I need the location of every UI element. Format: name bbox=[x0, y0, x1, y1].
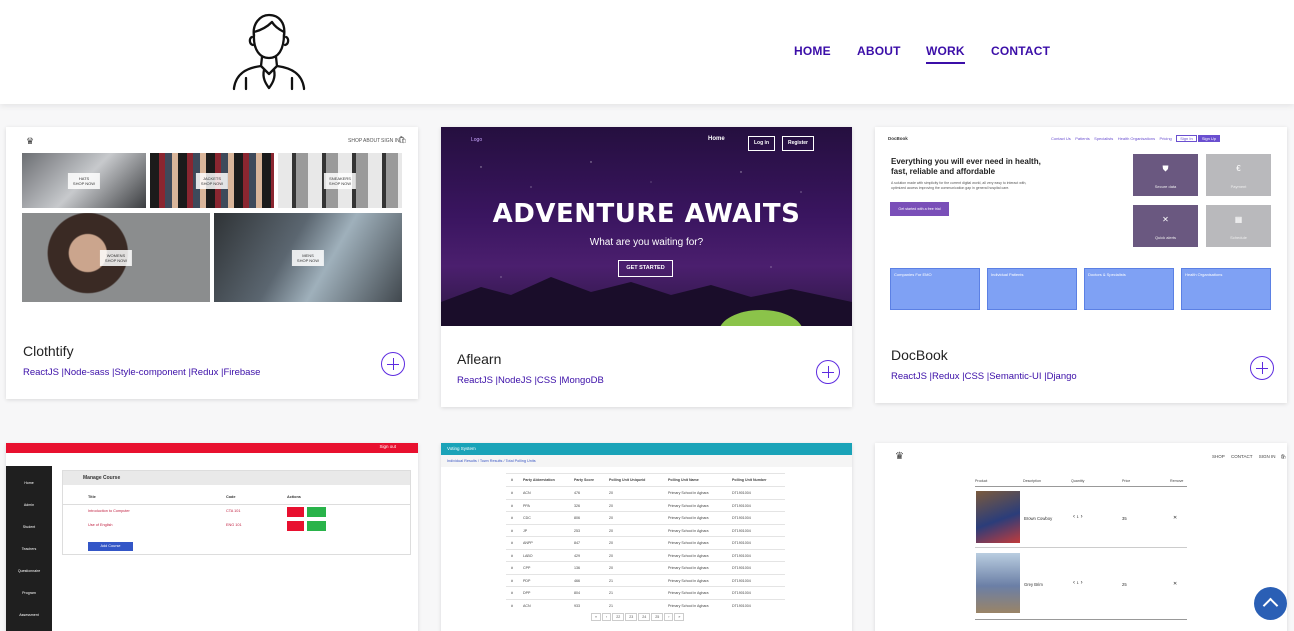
project-title: Clothtify bbox=[23, 343, 74, 359]
nav-work[interactable]: WORK bbox=[926, 44, 965, 64]
thumb-tile-mens: MENS SHOP NOW bbox=[214, 213, 402, 302]
project-title: DocBook bbox=[891, 347, 948, 363]
table-row: # ANPP 847 20 Primary School in Aghara DT1901… bbox=[506, 536, 785, 549]
thumb-sidebar: Home Admin Student Teachers Questionnair… bbox=[6, 466, 52, 631]
thumb-tile-womens: WOMENS SHOP NOW bbox=[22, 213, 210, 302]
expand-plus-icon[interactable] bbox=[1250, 356, 1274, 380]
thumb-topbar: Voting System bbox=[441, 443, 852, 455]
project-thumbnail: Logo Home Log in Register ADVENTURE AWAI… bbox=[441, 127, 852, 326]
thumb-navbar: ♛ SHOP ABOUT SIGN IN 🛍 bbox=[20, 135, 407, 149]
thumb-product-image bbox=[976, 491, 1020, 543]
thumb-tile: ✕ Quick alerts bbox=[1133, 205, 1198, 247]
thumb-body: A solution made with simplicity for the … bbox=[891, 181, 1027, 190]
cart-icon: 🛍 bbox=[398, 137, 407, 144]
thumb-tile: ▦ Schedule bbox=[1206, 205, 1271, 247]
thumb-tile: ⛊ Secure data bbox=[1133, 154, 1198, 196]
crown-icon: ♛ bbox=[895, 451, 904, 462]
thumb-tile-sneakers: SNEAKERS SHOP NOW bbox=[278, 153, 402, 208]
developer-avatar-logo[interactable] bbox=[226, 10, 310, 94]
project-card-clothtify[interactable]: ♛ SHOP ABOUT SIGN IN 🛍 HATS SHOP NOW JACK… bbox=[6, 127, 418, 399]
thumb-nav-item: ABOUT bbox=[363, 138, 381, 144]
thumb-product-image bbox=[976, 553, 1020, 613]
project-card-manage-course[interactable]: Sign out Home Admin Student Teachers Que… bbox=[6, 443, 418, 631]
table-row: # CDC 806 20 Primary School in Aghara DT19010… bbox=[506, 511, 785, 524]
calendar-icon: ▦ bbox=[1234, 215, 1243, 224]
project-thumbnail: DocBook Contact Us Patients Specialists … bbox=[875, 127, 1287, 321]
thumb-heading: ADVENTURE AWAITS bbox=[492, 199, 801, 229]
thumb-course-panel: Manage Course Title Code Actions Introdu… bbox=[62, 470, 411, 555]
thumb-topbar: Sign out bbox=[6, 443, 418, 453]
thumb-tile-hats: HATS SHOP NOW bbox=[22, 153, 146, 208]
table-row: # Party Abbreviation Party Score Polling Un… bbox=[506, 473, 785, 486]
project-tags: ReactJS |Redux |CSS |Semantic-UI |Django bbox=[891, 371, 1077, 382]
thumb-cta: Get started with a free trial bbox=[890, 202, 949, 216]
table-row: # ACN 476 20 Primary School in Aghara DT19010… bbox=[506, 486, 785, 499]
thumb-brand: DocBook bbox=[888, 136, 908, 141]
thumb-info-card: Companies For EMO bbox=[890, 268, 980, 310]
table-row: # PDP 466 21 Primary School in Aghara DT19010… bbox=[506, 573, 785, 587]
nav-home[interactable]: HOME bbox=[794, 44, 831, 58]
bell-off-icon: ✕ bbox=[1162, 215, 1169, 224]
thumb-tile-jackets: JACKETS SHOP NOW bbox=[150, 153, 274, 208]
crown-icon: ♛ bbox=[26, 136, 35, 146]
site-header: HOME ABOUT WORK CONTACT bbox=[0, 0, 1294, 104]
table-row: # JP 253 20 Primary School in Aghara DT190100… bbox=[506, 523, 785, 537]
thumb-pager: « ‹ 22 23 24 25 › » bbox=[591, 613, 685, 621]
project-card-voting-system[interactable]: Voting System Individual Results / Town … bbox=[441, 443, 852, 631]
thumb-breadcrumb: Individual Results / Town Results / Tota… bbox=[441, 455, 852, 467]
shield-icon: ⛊ bbox=[1162, 164, 1169, 173]
euro-icon: € bbox=[1236, 164, 1241, 173]
thumb-navbar: SHOP CONTACT SIGN IN 🛍 bbox=[1212, 454, 1287, 459]
scroll-to-top-button[interactable] bbox=[1254, 587, 1287, 620]
thumb-nav-item: SHOP bbox=[348, 138, 363, 144]
project-tags: ReactJS |Node-sass |Style-component |Red… bbox=[23, 367, 261, 378]
project-card-aflearn[interactable]: Logo Home Log in Register ADVENTURE AWAI… bbox=[441, 127, 852, 407]
thumb-info-card: Health Organisations bbox=[1181, 268, 1271, 310]
thumb-heading: Everything you will ever need in health,… bbox=[891, 157, 1041, 176]
thumb-cta: GET STARTED bbox=[618, 260, 673, 277]
table-row: # LABO 429 20 Primary School in Aghara DT1901… bbox=[506, 548, 785, 562]
nav-about[interactable]: ABOUT bbox=[857, 44, 901, 58]
expand-plus-icon[interactable] bbox=[381, 352, 405, 376]
thumb-tile: € Payment bbox=[1206, 154, 1271, 196]
thumb-nav-item: SIGN IN bbox=[381, 138, 400, 144]
nav-contact[interactable]: CONTACT bbox=[991, 44, 1050, 58]
table-row: # ACN 933 21 Primary School in Aghara DT19010… bbox=[506, 598, 785, 612]
thumb-info-card: Doctors & Specialists bbox=[1084, 268, 1174, 310]
table-row: # PPA 326 20 Primary School in Aghara DT19010… bbox=[506, 498, 785, 512]
table-row: # CPP 136 20 Primary School in Aghara DT19010… bbox=[506, 561, 785, 574]
expand-plus-icon[interactable] bbox=[816, 360, 840, 384]
cart-icon: 🛍 bbox=[1280, 454, 1287, 459]
project-title: Aflearn bbox=[457, 351, 502, 367]
project-thumbnail: ♛ SHOP ABOUT SIGN IN 🛍 HATS SHOP NOW JACK… bbox=[6, 127, 418, 315]
thumb-navbar: Contact Us Patients Specialists Health O… bbox=[1051, 135, 1221, 142]
thumb-subheading: What are you waiting for? bbox=[589, 237, 704, 248]
project-card-checkout[interactable]: ♛ SHOP CONTACT SIGN IN 🛍 Product Descrip… bbox=[875, 443, 1287, 631]
thumb-info-card: Individual Patients bbox=[987, 268, 1077, 310]
project-tags: ReactJS |NodeJS |CSS |MongoDB bbox=[457, 375, 604, 386]
thumb-checkout-header: Product Description Quantity Price Remov… bbox=[975, 479, 1187, 487]
project-card-docbook[interactable]: DocBook Contact Us Patients Specialists … bbox=[875, 127, 1287, 403]
table-row: # DPP 804 21 Primary School in Aghara DT19010… bbox=[506, 586, 785, 599]
